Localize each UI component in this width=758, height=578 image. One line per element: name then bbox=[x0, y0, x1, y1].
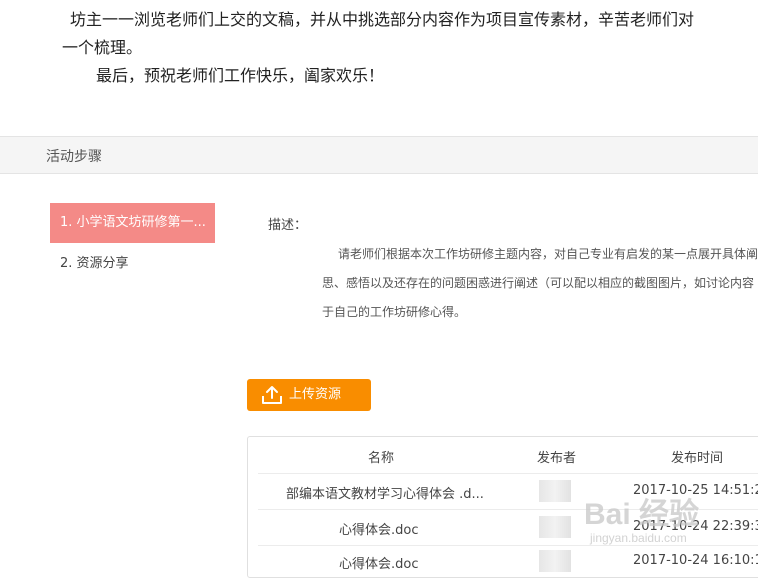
row-divider bbox=[258, 509, 758, 510]
intro-text: 坊主一一浏览老师们上交的文稿，并从中挑选部分内容作为项目宣传素材，辛苦老师们对 … bbox=[62, 6, 758, 90]
intro-line-3: 最后，预祝老师们工作快乐，阖家欢乐！ bbox=[96, 66, 385, 85]
column-header-publisher[interactable]: 发布者 bbox=[537, 447, 576, 466]
intro-line-2: 一个梳理。 bbox=[62, 38, 143, 57]
steps-header: 活动步骤 bbox=[0, 136, 758, 174]
upload-icon bbox=[261, 385, 283, 418]
description-label: 描述： bbox=[268, 218, 308, 233]
row-divider bbox=[258, 473, 758, 474]
table-row-1-time: 2017-10-25 14:51:2 bbox=[633, 483, 758, 498]
sidebar-item-step-1[interactable]: 1. 小学语文坊研修第一... bbox=[50, 203, 215, 243]
table-row-2-publisher-avatar bbox=[539, 516, 571, 538]
description-line-3: 于自己的工作坊研修心得。 bbox=[322, 305, 467, 319]
description-line-1: 请老师们根据本次工作坊研修主题内容，对自己专业有启发的某一点展开具体阐 bbox=[338, 247, 758, 261]
column-header-time[interactable]: 发布时间 bbox=[671, 447, 723, 466]
column-header-name[interactable]: 名称 bbox=[368, 447, 394, 466]
upload-button-label: 上传资源 bbox=[289, 387, 342, 402]
table-row-1-publisher-avatar bbox=[539, 480, 571, 502]
table-row-3-name[interactable]: 心得体会.doc bbox=[339, 553, 419, 572]
table-row-1-name[interactable]: 部编本语文教材学习心得体会 .d... bbox=[286, 483, 484, 502]
description-line-2: 思、感悟以及还存在的问题困惑进行阐述（可以配以相应的截图图片，如讨论内容 bbox=[322, 276, 755, 290]
row-divider bbox=[258, 545, 758, 546]
sidebar-item-step-2[interactable]: 2. 资源分享 bbox=[50, 244, 215, 284]
resource-table: 名称 发布者 发布时间 部编本语文教材学习心得体会 .d... 2017-10-… bbox=[247, 436, 758, 578]
upload-resource-button[interactable]: 上传资源 bbox=[247, 379, 371, 411]
steps-header-title: 活动步骤 bbox=[46, 149, 102, 165]
table-row-2-time: 2017-10-24 22:39:3 bbox=[633, 519, 758, 534]
description-body: 请老师们根据本次工作坊研修主题内容，对自己专业有启发的某一点展开具体阐 思、感悟… bbox=[322, 240, 758, 327]
table-row-3-time: 2017-10-24 16:10:1 bbox=[633, 553, 758, 568]
table-row-2-name[interactable]: 心得体会.doc bbox=[339, 519, 419, 538]
table-row-3-publisher-avatar bbox=[539, 550, 571, 572]
intro-line-1: 坊主一一浏览老师们上交的文稿，并从中挑选部分内容作为项目宣传素材，辛苦老师们对 bbox=[70, 10, 695, 29]
